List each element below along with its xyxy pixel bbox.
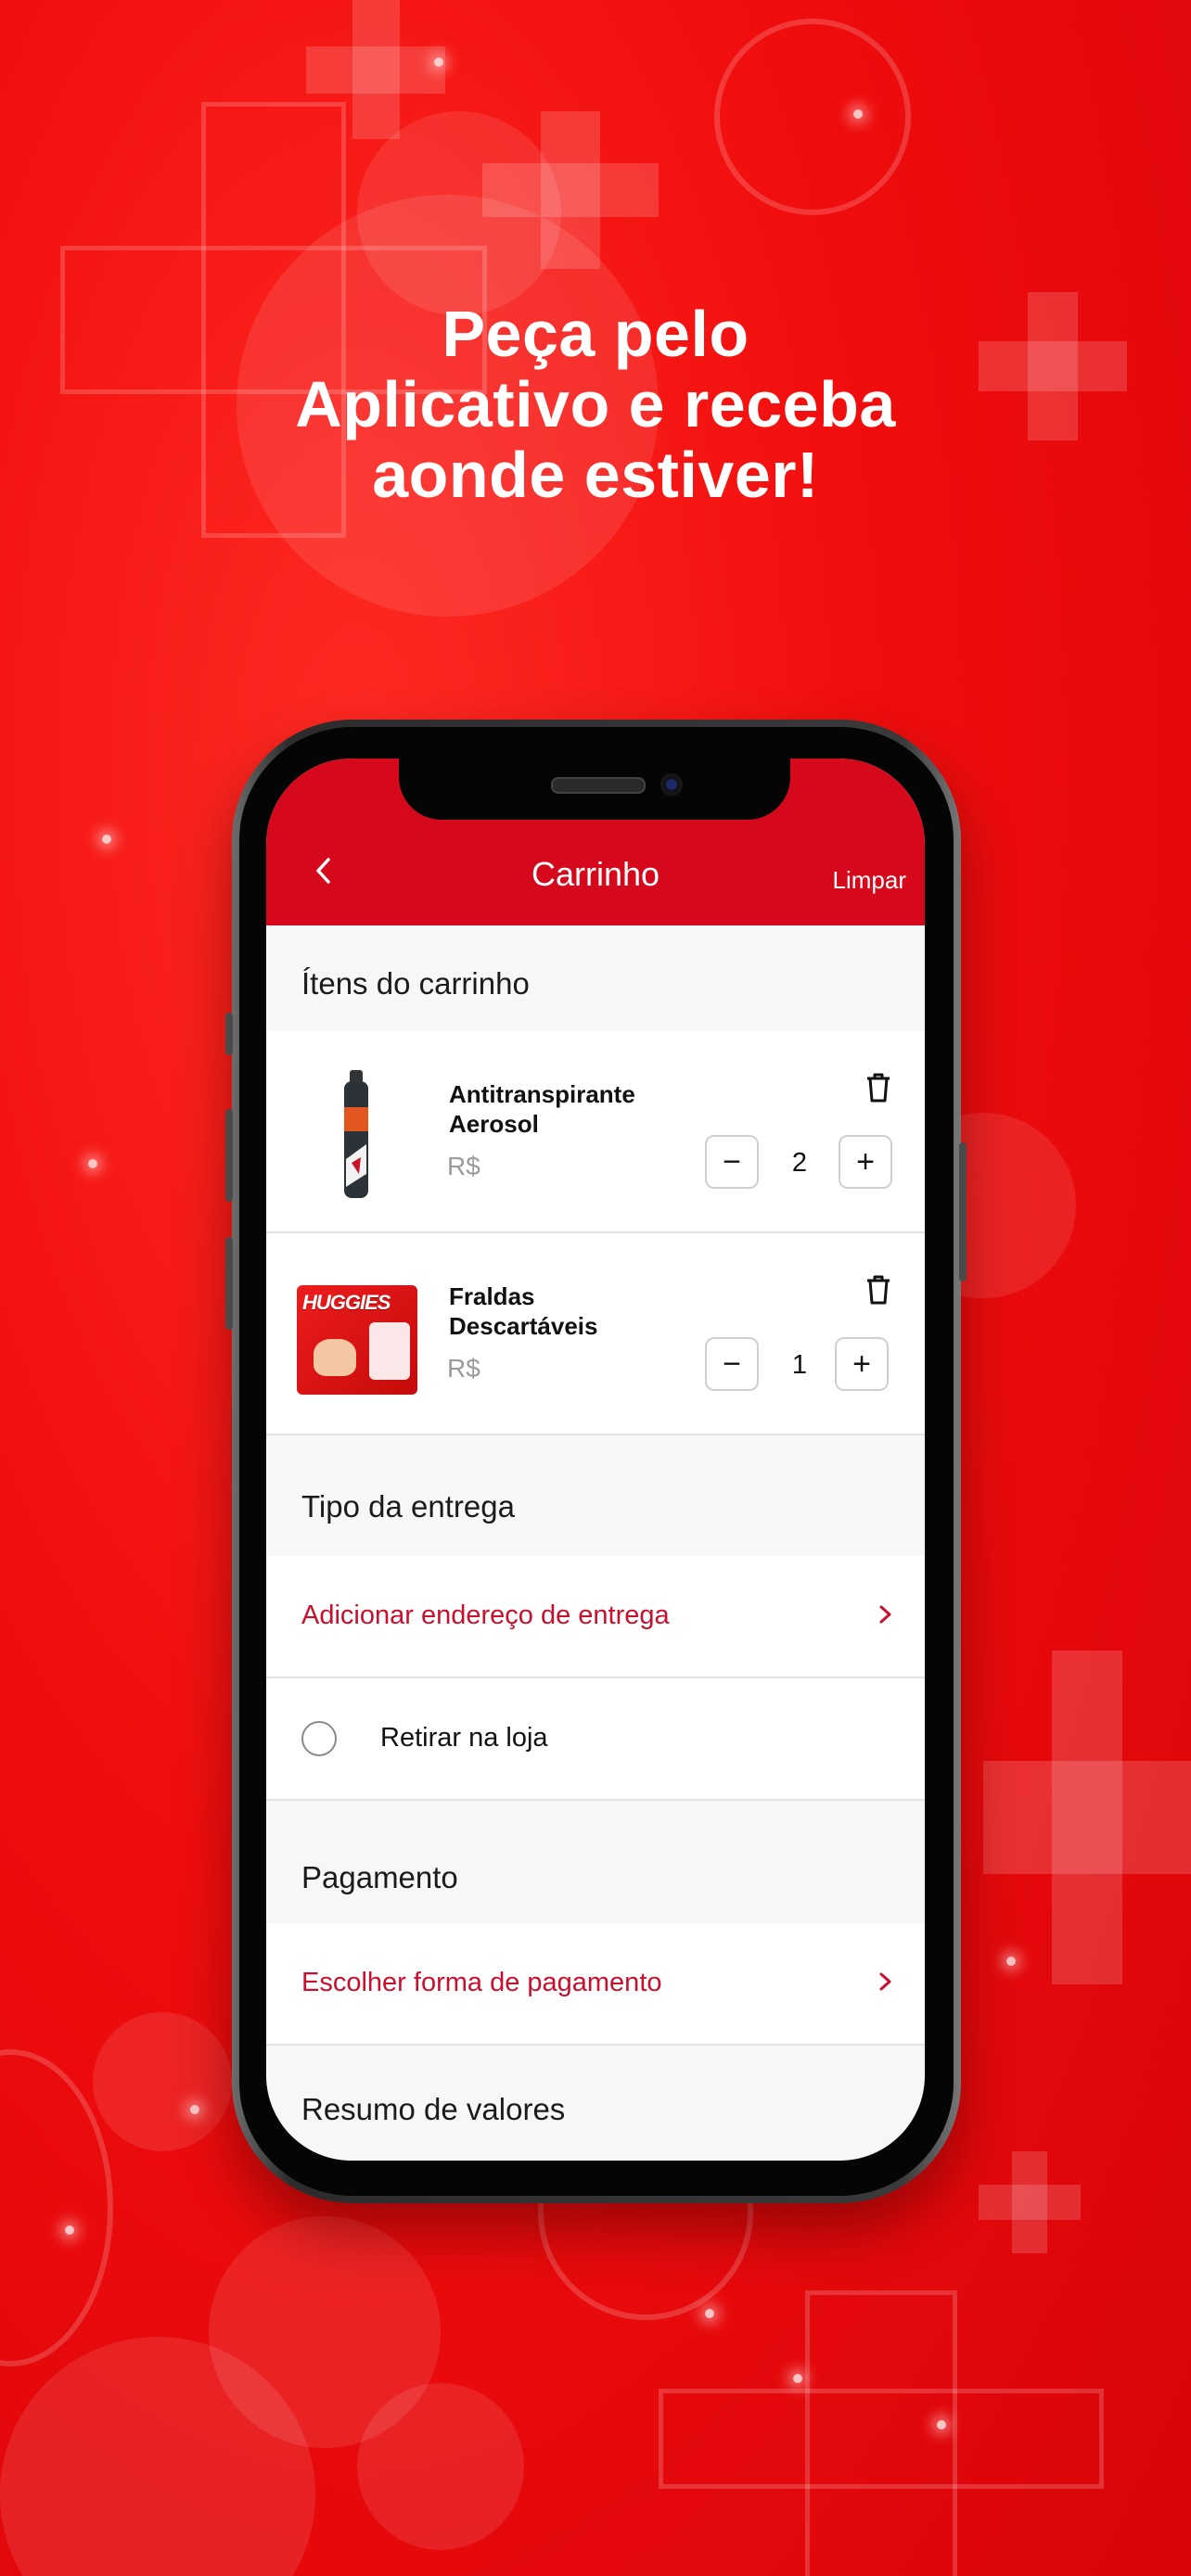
item-price: R$ [447,1354,480,1383]
app-screen: Carrinho Limpar Ítens do carrinho Antitr… [266,759,925,2161]
store-pickup-row[interactable]: Retirar na loja [266,1678,925,1801]
chevron-right-icon [877,1968,895,1996]
section-title: Ítens do carrinho [301,966,530,1001]
section-title: Tipo da entrega [301,1489,515,1524]
choose-payment-row[interactable]: Escolher forma de pagamento [266,1923,925,2046]
phone-side-button [959,1142,967,1282]
phone-side-button [225,1013,233,1055]
increase-quantity-button[interactable]: + [835,1337,889,1391]
section-summary: Resumo de valores [266,2046,925,2161]
quantity-value: 2 [791,1148,808,1178]
choose-payment-label: Escolher forma de pagamento [301,1968,662,1997]
add-address-row[interactable]: Adicionar endereço de entrega [266,1556,925,1678]
quantity-value: 1 [791,1350,808,1380]
cart-item: HUGGIES Fraldas Descartáveis R$ − 1 + [266,1233,925,1435]
item-name: Fraldas Descartáveis [449,1282,598,1340]
store-pickup-label: Retirar na loja [380,1723,548,1753]
deodorant-image [340,1070,372,1200]
brand-logo: HUGGIES [302,1291,391,1314]
phone-side-button [225,1237,233,1330]
cart-item: Antitranspirante Aerosol R$ − 2 + [266,1031,925,1233]
front-camera [660,773,683,796]
page-title: Carrinho [531,855,660,893]
headline-line-3: aonde estiver! [372,439,819,511]
promo-headline: Peça pelo Aplicativo e receba aonde esti… [0,299,1191,510]
headline-line-2: Aplicativo e receba [295,368,896,440]
section-title: Resumo de valores [301,2092,566,2126]
trash-icon[interactable] [865,1274,891,1306]
section-payment: Pagamento [266,1801,925,1925]
decrease-quantity-button[interactable]: − [705,1337,759,1391]
store-pickup-radio[interactable] [301,1721,337,1756]
add-address-label: Adicionar endereço de entrega [301,1600,670,1630]
phone-side-button [225,1109,233,1202]
diaper-pack-image: HUGGIES [297,1285,417,1395]
item-price: R$ [447,1152,480,1180]
section-cart-items: Ítens do carrinho [266,925,925,1033]
item-name: Antitranspirante Aerosol [449,1080,635,1138]
clear-cart-button[interactable]: Limpar [833,866,906,895]
chevron-right-icon [877,1600,895,1628]
decrease-quantity-button[interactable]: − [705,1135,759,1189]
headline-line-1: Peça pelo [442,298,749,370]
section-delivery: Tipo da entrega [266,1435,925,1558]
trash-icon[interactable] [865,1072,891,1103]
phone-speaker [551,777,646,794]
section-title: Pagamento [301,1860,458,1894]
increase-quantity-button[interactable]: + [839,1135,892,1189]
